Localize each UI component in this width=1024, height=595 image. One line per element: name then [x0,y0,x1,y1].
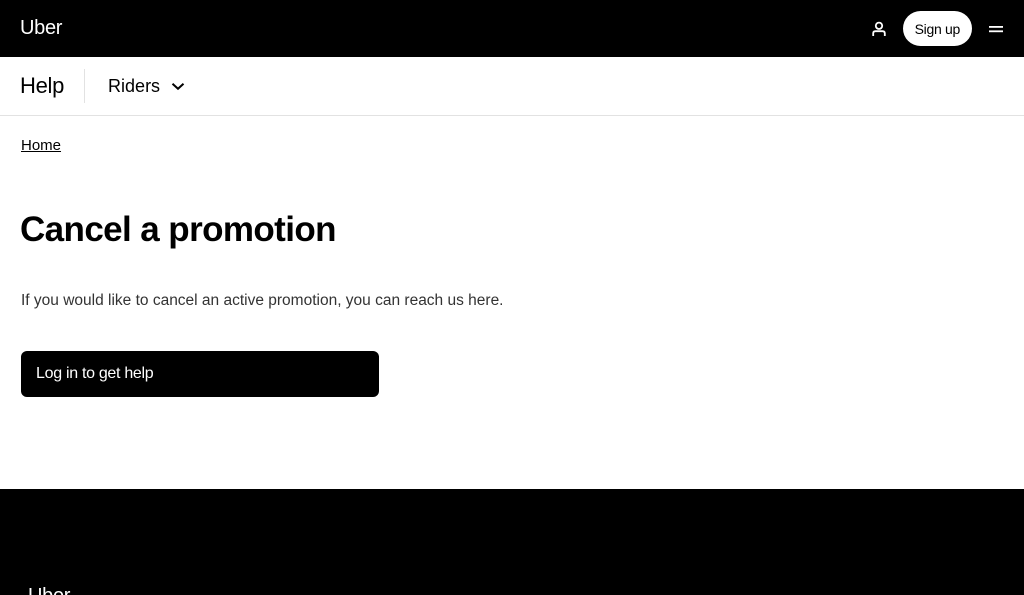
footer-uber-logo[interactable]: Uber [28,585,70,595]
help-subnav: Help Riders [0,57,1024,116]
top-navigation-bar: Uber Sign up [0,0,1024,57]
user-icon-graphic [871,21,886,36]
menu-icon[interactable] [984,17,1008,41]
footer: Uber [0,489,1024,595]
hamburger-icon-graphic [989,25,1003,32]
page-description: If you would like to cancel an active pr… [21,292,504,309]
page-title: Cancel a promotion [20,210,337,249]
chevron-down-icon [170,78,186,94]
topbar-actions: Sign up [867,11,1008,46]
user-icon[interactable] [867,17,891,41]
log-in-to-get-help-button[interactable]: Log in to get help [21,351,379,397]
riders-dropdown[interactable]: Riders [108,76,186,97]
riders-dropdown-label: Riders [108,75,161,96]
uber-logo[interactable]: Uber [20,17,62,40]
sign-up-button[interactable]: Sign up [902,11,972,46]
help-title[interactable]: Help [20,69,86,103]
breadcrumb-home-link[interactable]: Home [21,137,61,154]
